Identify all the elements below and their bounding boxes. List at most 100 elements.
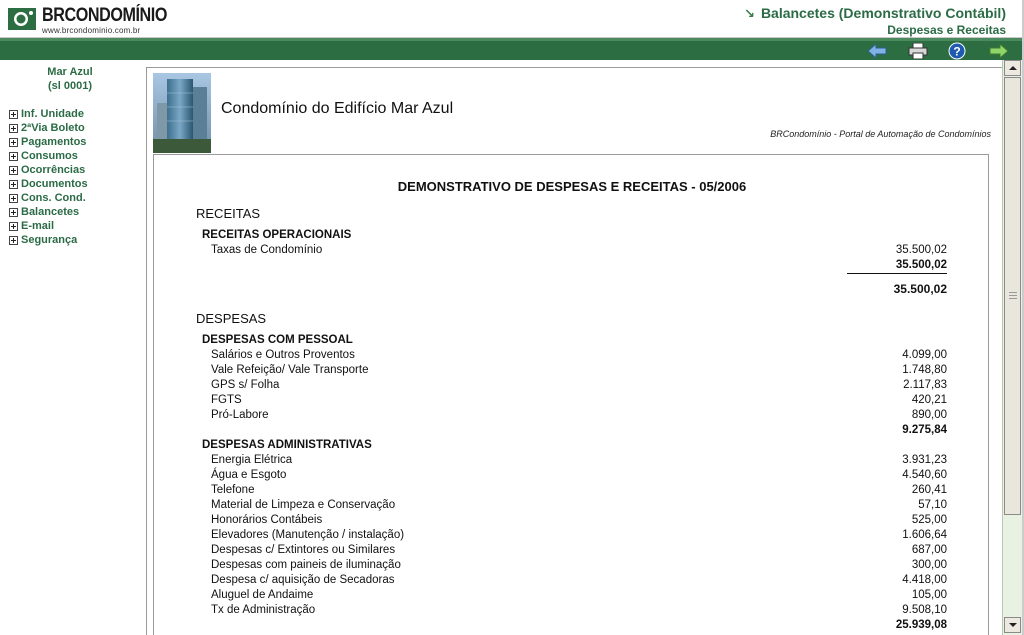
sidebar-item-label: Cons. Cond. — [21, 192, 86, 204]
sidebar-item-balancetes[interactable]: Balancetes — [9, 205, 146, 219]
row-value: 9.508,10 — [902, 604, 947, 616]
vertical-scrollbar[interactable] — [1002, 60, 1022, 635]
building-photo-icon — [153, 73, 211, 153]
svg-text:?: ? — [953, 44, 960, 58]
table-row: Taxas de Condomínio 35.500,02 — [211, 244, 947, 259]
sidebar-item-label: 2ªVia Boleto — [21, 122, 85, 134]
scroll-down-button[interactable] — [1004, 617, 1021, 633]
table-row: Pró-Labore 890,00 — [211, 409, 947, 424]
sidebar-item-seguranca[interactable]: Segurança — [9, 233, 146, 247]
expand-plus-icon — [9, 221, 18, 231]
row-value: 1.748,80 — [902, 364, 947, 376]
sidebar-item-email[interactable]: E-mail — [9, 219, 146, 233]
row-label: Vale Refeição/ Vale Transporte — [211, 364, 369, 376]
report-box: DEMONSTRATIVO DE DESPESAS E RECEITAS - 0… — [153, 154, 989, 635]
row-value: 300,00 — [911, 559, 947, 571]
sidebar: Mar Azul (sl 0001) Inf. Unidade 2ªVia Bo… — [0, 60, 146, 635]
row-value: 105,00 — [911, 589, 947, 601]
page-title: ↘ Balancetes (Demonstrativo Contábil) — [744, 5, 1006, 22]
thumb-grip — [1009, 292, 1017, 293]
header: BRCONDOMÍNIO www.brcondominio.com.br ↘ Ba… — [0, 0, 1024, 38]
sidebar-item-cons-cond[interactable]: Cons. Cond. — [9, 191, 146, 205]
row-value: 525,00 — [911, 514, 947, 526]
sidebar-item-2via-boleto[interactable]: 2ªVia Boleto — [9, 121, 146, 135]
sidebar-item-consumos[interactable]: Consumos — [9, 149, 146, 163]
scroll-down-arrow-icon — [1008, 623, 1017, 627]
table-row: GPS s/ Folha 2.117,83 — [211, 379, 947, 394]
row-label: Salários e Outros Proventos — [211, 349, 355, 361]
table-row: Tx de Administração 9.508,10 — [211, 604, 947, 619]
row-label: Elevadores (Manutenção / instalação) — [211, 529, 405, 541]
help-icon[interactable]: ? — [946, 41, 968, 60]
row-value: 3.931,23 — [902, 454, 947, 466]
receitas-total: 35.500,02 — [893, 282, 947, 296]
group-despesas-administrativas-title: DESPESAS ADMINISTRATIVAS — [202, 439, 372, 451]
sidebar-item-label: Balancetes — [21, 206, 80, 218]
table-row: FGTS 420,21 — [211, 394, 947, 409]
condo-name: Condomínio do Edifício Mar Azul — [221, 100, 454, 117]
toolbar: ? — [0, 38, 1024, 60]
row-label: Aluguel de Andaime — [211, 589, 314, 601]
table-row: Despesas c/ Extintores ou Similares 687,0… — [211, 544, 947, 559]
row-value: 890,00 — [911, 409, 947, 421]
sidebar-item-inf-unidade[interactable]: Inf. Unidade — [9, 107, 146, 121]
expand-plus-icon — [9, 137, 18, 147]
table-row: Material de Limpeza e Conservação 57,10 — [211, 499, 947, 514]
row-label: Material de Limpeza e Conservação — [211, 499, 396, 511]
row-value: 4.540,60 — [902, 469, 947, 481]
expand-plus-icon — [9, 179, 18, 189]
row-value: 2.117,83 — [903, 379, 947, 391]
table-row: Salários e Outros Proventos 4.099,00 — [211, 349, 947, 364]
sidebar-item-documentos[interactable]: Documentos — [9, 177, 146, 191]
logo-mark-icon — [8, 8, 36, 30]
table-row: Telefone 260,41 — [211, 484, 947, 499]
expand-plus-icon — [9, 123, 18, 133]
unit-info: Mar Azul (sl 0001) — [0, 65, 140, 93]
thumb-grip — [1009, 295, 1017, 296]
printer-icon[interactable] — [907, 41, 929, 60]
page-subtitle: Despesas e Receitas — [887, 23, 1006, 37]
row-label: Despesas c/ Extintores ou Similares — [211, 544, 396, 556]
group-subtotal: 9.275,84 — [902, 424, 947, 436]
group-subtotal: 35.500,02 — [895, 259, 947, 271]
sidebar-item-label: Documentos — [21, 178, 88, 190]
page-title-text: Balancetes (Demonstrativo Contábil) — [760, 5, 1006, 21]
back-arrow-icon[interactable] — [867, 41, 889, 60]
content-frame: Condomínio do Edifício Mar Azul BRCondom… — [146, 67, 1002, 635]
row-label: Energia Elétrica — [211, 454, 293, 466]
portal-caption: BRCondomínio - Portal de Automação de Co… — [770, 129, 991, 139]
table-row: Aluguel de Andaime 105,00 — [211, 589, 947, 604]
scroll-up-button[interactable] — [1004, 60, 1021, 76]
subtotal-underline — [847, 273, 947, 274]
app-window: BRCONDOMÍNIO www.brcondominio.com.br ↘ Ba… — [0, 0, 1024, 635]
row-value: 35.500,02 — [895, 244, 947, 256]
scroll-thumb[interactable] — [1004, 77, 1021, 515]
logo[interactable]: BRCONDOMÍNIO www.brcondominio.com.br — [8, 5, 167, 35]
forward-arrow-icon[interactable] — [987, 41, 1009, 60]
row-value: 57,10 — [918, 499, 947, 511]
row-label: Tx de Administração — [211, 604, 316, 616]
sidebar-item-label: Inf. Unidade — [21, 108, 84, 120]
row-value: 4.099,00 — [902, 349, 947, 361]
expand-plus-icon — [9, 151, 18, 161]
table-row: Vale Refeição/ Vale Transporte 1.748,80 — [211, 364, 947, 379]
logo-name: BRCONDOMÍNIO — [42, 5, 168, 26]
unit-code: (sl 0001) — [47, 80, 93, 92]
table-row: Despesas com paineis de iluminação 300,00 — [211, 559, 947, 574]
group-despesas-pessoal-title: DESPESAS COM PESSOAL — [202, 334, 353, 346]
sidebar-item-pagamentos[interactable]: Pagamentos — [9, 135, 146, 149]
row-label: Taxas de Condomínio — [211, 244, 323, 256]
row-label: GPS s/ Folha — [211, 379, 280, 391]
group-receitas-operacionais-title: RECEITAS OPERACIONAIS — [202, 229, 352, 241]
sidebar-item-ocorrencias[interactable]: Ocorrências — [9, 163, 146, 177]
sidebar-item-label: Ocorrências — [21, 164, 86, 176]
row-label: Despesas com paineis de iluminação — [211, 559, 401, 571]
sidebar-item-label: E-mail — [21, 220, 55, 232]
expand-plus-icon — [9, 207, 18, 217]
logo-url: www.brcondominio.com.br — [42, 26, 141, 35]
thumb-grip — [1009, 298, 1017, 299]
diagonal-arrow-icon: ↘ — [744, 6, 755, 21]
table-row: Energia Elétrica 3.931,23 — [211, 454, 947, 469]
row-label: Honorários Contábeis — [211, 514, 323, 526]
report-title: DEMONSTRATIVO DE DESPESAS E RECEITAS - 0… — [397, 179, 747, 194]
